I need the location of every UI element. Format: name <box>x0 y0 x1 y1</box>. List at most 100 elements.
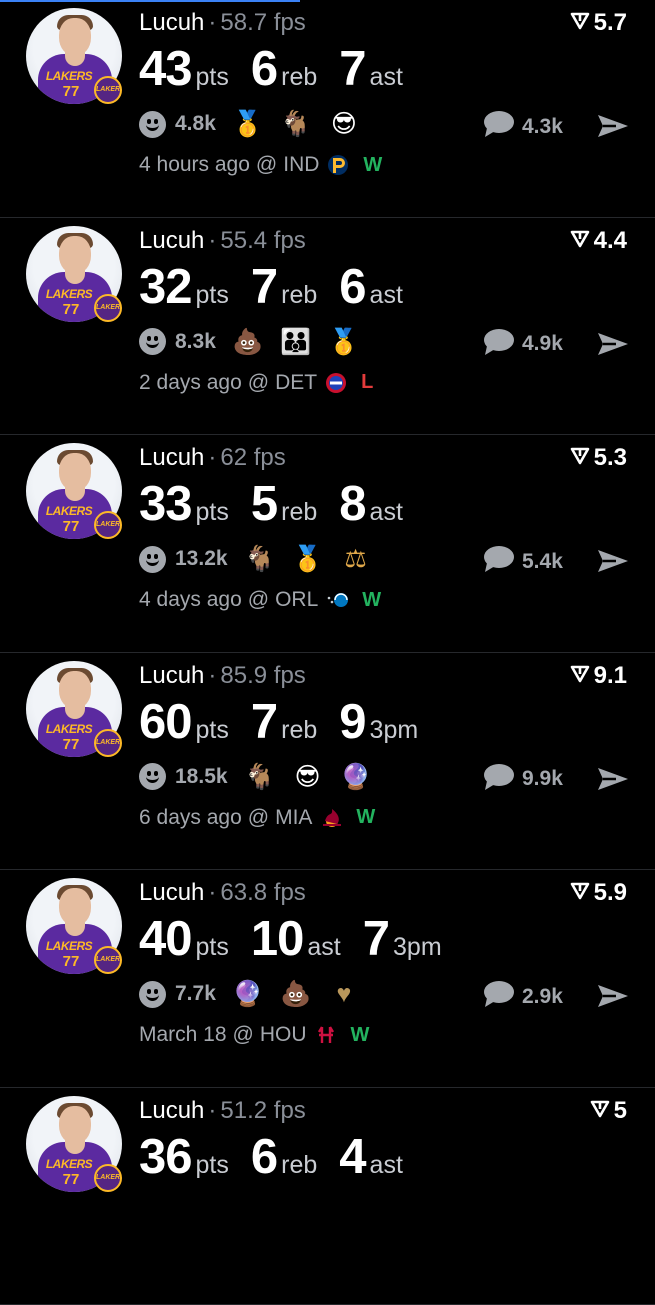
game-feed: LAKERS77LAKERSLucuh·58.7 fps5.743pts6reb… <box>0 0 655 1305</box>
comments-button[interactable]: 4.9k <box>483 328 563 361</box>
stat-value: 60 <box>139 696 192 748</box>
game-time: 4 days ago <box>139 588 242 612</box>
comments-button[interactable]: 4.3k <box>483 110 563 143</box>
goat-icon[interactable]: 🐐 <box>244 543 276 575</box>
stat-unit: reb <box>281 269 317 321</box>
stat-value: 7 <box>251 696 277 748</box>
poop-icon[interactable]: 💩 <box>280 978 312 1010</box>
sunglasses-face-icon[interactable]: 😎 <box>292 761 324 793</box>
share-button[interactable] <box>596 982 630 1015</box>
share-button[interactable] <box>596 330 630 363</box>
rating[interactable]: 5.9 <box>570 879 627 907</box>
game-card[interactable]: LAKERS77LAKERSLucuh·51.2 fps536pts6reb4a… <box>0 1088 655 1305</box>
game-result: L <box>361 371 373 394</box>
game-card[interactable]: LAKERS77LAKERSLucuh·58.7 fps5.743pts6reb… <box>0 0 655 218</box>
username[interactable]: Lucuh <box>139 662 204 689</box>
poop-icon[interactable]: 💩 <box>232 326 264 358</box>
rating[interactable]: 4.4 <box>570 227 627 255</box>
smile-icon[interactable] <box>139 546 166 573</box>
goat-icon[interactable]: 🐐 <box>280 108 312 140</box>
rating[interactable]: 5.7 <box>570 9 627 37</box>
smile-icon[interactable] <box>139 111 166 138</box>
stat-unit: reb <box>281 1139 317 1191</box>
smile-icon[interactable] <box>139 328 166 355</box>
game-meta: 6 days ago@MIAW <box>139 806 375 830</box>
reactions-row: 18.5k🐐😎🔮 <box>139 761 372 793</box>
funnel-rating-icon <box>570 227 594 255</box>
game-result: W <box>351 1024 370 1047</box>
stat-value: 32 <box>139 261 192 313</box>
stat-item: 6reb <box>251 43 317 103</box>
at-sign: @ <box>248 806 269 830</box>
crystal-ball-icon[interactable]: 🔮 <box>340 761 372 793</box>
stat-value: 43 <box>139 43 192 95</box>
separator-dot: · <box>204 879 220 906</box>
opponent[interactable]: ORL <box>275 588 318 612</box>
avatar-jersey-number: 77 <box>56 518 86 535</box>
stat-value: 10 <box>251 913 304 965</box>
stat-item: 40pts <box>139 913 229 973</box>
rating[interactable]: 9.1 <box>570 662 627 690</box>
username[interactable]: Lucuh <box>139 444 204 471</box>
comments-button[interactable]: 5.4k <box>483 545 563 578</box>
comment-bubble-icon <box>483 763 515 796</box>
stat-item: 32pts <box>139 261 229 321</box>
avatar-jersey-word: LAKERS <box>44 69 94 83</box>
goat-icon[interactable]: 🐐 <box>244 761 276 793</box>
opponent[interactable]: IND <box>283 153 319 177</box>
crystal-ball-icon[interactable]: 🔮 <box>232 978 264 1010</box>
game-card[interactable]: LAKERS77LAKERSLucuh·63.8 fps5.940pts10as… <box>0 870 655 1088</box>
game-card[interactable]: LAKERS77LAKERSLucuh·62 fps5.333pts5reb8a… <box>0 435 655 653</box>
medal-icon[interactable]: 🥇 <box>232 108 264 140</box>
post-header: Lucuh·55.4 fps <box>139 227 306 255</box>
reactions-row: 8.3k 💩 👪 🥇 <box>139 326 360 358</box>
stat-unit: ast <box>307 921 340 973</box>
username[interactable]: Lucuh <box>139 9 204 36</box>
pacers-logo <box>327 154 349 176</box>
stat-unit: 3pm <box>370 704 419 756</box>
reaction-count: 8.3k <box>175 330 216 354</box>
game-meta: March 18@HOUW <box>139 1023 369 1047</box>
rating[interactable]: 5 <box>590 1097 627 1125</box>
funnel-rating-icon <box>570 444 594 472</box>
scales-icon[interactable]: ⚖ <box>340 543 372 575</box>
username[interactable]: Lucuh <box>139 1097 204 1124</box>
medal-icon[interactable]: 🥇 <box>328 326 360 358</box>
share-button[interactable] <box>596 112 630 145</box>
opponent[interactable]: HOU <box>260 1023 307 1047</box>
username[interactable]: Lucuh <box>139 227 204 254</box>
game-card[interactable]: LAKERS77LAKERSLucuh·55.4 fps4.432pts7reb… <box>0 218 655 436</box>
separator-dot: · <box>204 444 220 471</box>
share-button[interactable] <box>596 547 630 580</box>
smile-icon[interactable] <box>139 763 166 790</box>
family-icon[interactable]: 👪 <box>280 326 312 358</box>
game-card[interactable]: LAKERS77LAKERSLucuh·85.9 fps9.160pts7reb… <box>0 653 655 871</box>
rating-value: 5.3 <box>594 444 627 472</box>
funnel-rating-icon <box>590 1097 614 1125</box>
stat-unit: ast <box>370 51 403 103</box>
comments-button[interactable]: 2.9k <box>483 980 563 1013</box>
comment-bubble-icon <box>483 545 515 578</box>
stat-value: 7 <box>339 43 365 95</box>
share-button[interactable] <box>596 765 630 798</box>
gold-heart-icon[interactable]: ♥ <box>328 978 360 1010</box>
fps-value: 62 fps <box>220 444 285 471</box>
opponent[interactable]: DET <box>275 371 317 395</box>
share-arrow-icon <box>596 562 630 579</box>
rating[interactable]: 5.3 <box>570 444 627 472</box>
separator-dot: · <box>204 9 220 36</box>
comments-button[interactable]: 9.9k <box>483 763 563 796</box>
username[interactable]: Lucuh <box>139 879 204 906</box>
share-arrow-icon <box>596 127 630 144</box>
stat-unit: ast <box>370 1139 403 1191</box>
avatar-jersey-word: LAKERS <box>44 504 94 518</box>
opponent[interactable]: MIA <box>275 806 312 830</box>
stat-unit: ast <box>370 269 403 321</box>
sunglasses-face-icon[interactable]: 😎 <box>328 108 360 140</box>
rating-value: 5.7 <box>594 9 627 37</box>
comment-count: 2.9k <box>522 985 563 1009</box>
avatar-jersey-word: LAKERS <box>44 722 94 736</box>
medal-icon[interactable]: 🥇 <box>292 543 324 575</box>
smile-icon[interactable] <box>139 981 166 1008</box>
rockets-logo <box>315 1024 337 1046</box>
